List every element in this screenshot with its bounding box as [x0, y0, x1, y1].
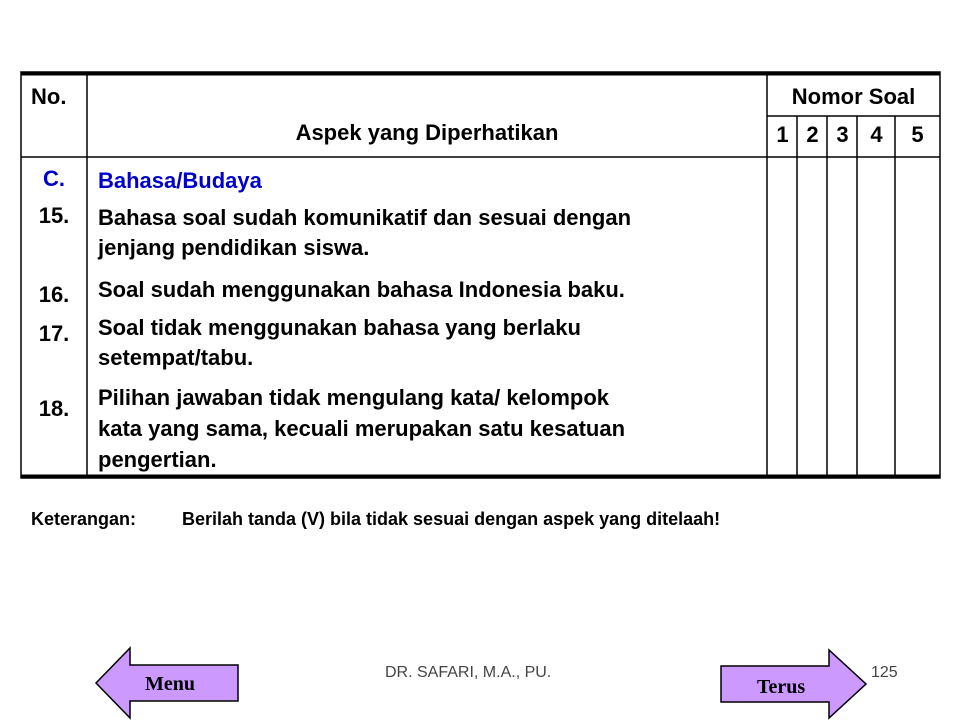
row-18-line-3: pengertian. — [98, 447, 217, 472]
footer-author: DR. SAFARI, M.A., PU. — [385, 664, 552, 681]
row-number-18: 18. — [38, 396, 70, 421]
header-aspect: Aspek yang Diperhatikan — [295, 120, 559, 145]
next-button-label: Terus — [757, 676, 806, 698]
menu-button-label: Menu — [145, 673, 195, 695]
row-number-15: 15. — [38, 203, 70, 228]
note-label: Keterangan: — [31, 509, 137, 529]
question-col-1: 1 — [776, 122, 789, 147]
page-number: 125 — [871, 664, 898, 681]
row-number-16: 16. — [38, 282, 70, 307]
row-18-line-1: Pilihan jawaban tidak mengulang kata/ ke… — [98, 385, 610, 410]
row-17-line-1: Soal tidak menggunakan bahasa yang berla… — [98, 315, 581, 340]
header-question-numbers: Nomor Soal — [791, 84, 916, 109]
section-code: C. — [43, 166, 65, 191]
row-15-line-2: jenjang pendidikan siswa. — [98, 235, 370, 260]
row-16-line-1: Soal sudah menggunakan bahasa Indonesia … — [98, 277, 625, 302]
row-17-line-2: setempat/tabu. — [98, 345, 254, 370]
row-15-line-1: Bahasa soal sudah komunikatif dan sesuai… — [98, 205, 632, 230]
question-col-3: 3 — [836, 122, 849, 147]
question-col-2: 2 — [806, 122, 819, 147]
question-col-4: 4 — [870, 122, 883, 147]
note-text: Berilah tanda (V) bila tidak sesuai deng… — [182, 509, 721, 529]
header-no: No. — [31, 84, 67, 109]
row-18-line-2: kata yang sama, kecuali merupakan satu k… — [98, 416, 626, 441]
next-button[interactable]: Terus — [719, 648, 869, 720]
row-number-17: 17. — [38, 321, 70, 346]
question-col-5: 5 — [911, 122, 924, 147]
section-title: Bahasa/Budaya — [98, 168, 262, 193]
menu-button[interactable]: Menu — [93, 645, 241, 721]
